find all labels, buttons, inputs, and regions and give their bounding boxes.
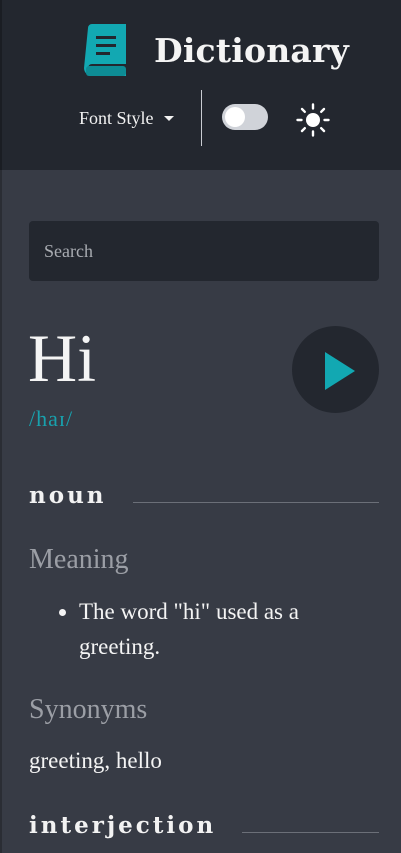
meaning-heading: Meaning xyxy=(29,544,129,575)
brand: Dictionary xyxy=(82,24,349,76)
phonetic-text: /haɪ/ xyxy=(29,406,74,431)
header-controls: Font Style xyxy=(2,90,401,146)
search-input[interactable] xyxy=(29,221,379,281)
synonyms-text: greeting, hello xyxy=(29,748,162,773)
word-title: Hi xyxy=(28,320,96,396)
header-divider xyxy=(201,90,202,146)
synonyms-heading: Synonyms xyxy=(29,694,148,725)
play-icon xyxy=(325,352,355,390)
part-of-speech-label: interjection xyxy=(29,812,217,839)
app-title: Dictionary xyxy=(154,30,349,70)
main-content: Hi /haɪ/ noun Meaning The word "hi" used… xyxy=(0,170,401,853)
part-of-speech-noun: noun xyxy=(29,482,379,509)
play-audio-button[interactable] xyxy=(292,326,379,413)
toggle-knob xyxy=(225,107,245,127)
header: Dictionary Font Style xyxy=(0,0,401,170)
meaning-list: The word "hi" used as a greeting. xyxy=(59,594,369,664)
section-divider xyxy=(242,832,379,833)
chevron-down-icon xyxy=(163,116,174,121)
part-of-speech-interjection: interjection xyxy=(29,812,379,839)
font-style-label: Font Style xyxy=(79,108,154,128)
part-of-speech-label: noun xyxy=(29,482,107,509)
meaning-item: The word "hi" used as a greeting. xyxy=(59,594,369,664)
sun-icon[interactable] xyxy=(296,103,330,137)
theme-toggle[interactable] xyxy=(222,104,268,130)
section-divider xyxy=(132,502,379,503)
font-style-dropdown[interactable]: Font Style xyxy=(79,108,174,129)
book-icon xyxy=(84,24,126,76)
